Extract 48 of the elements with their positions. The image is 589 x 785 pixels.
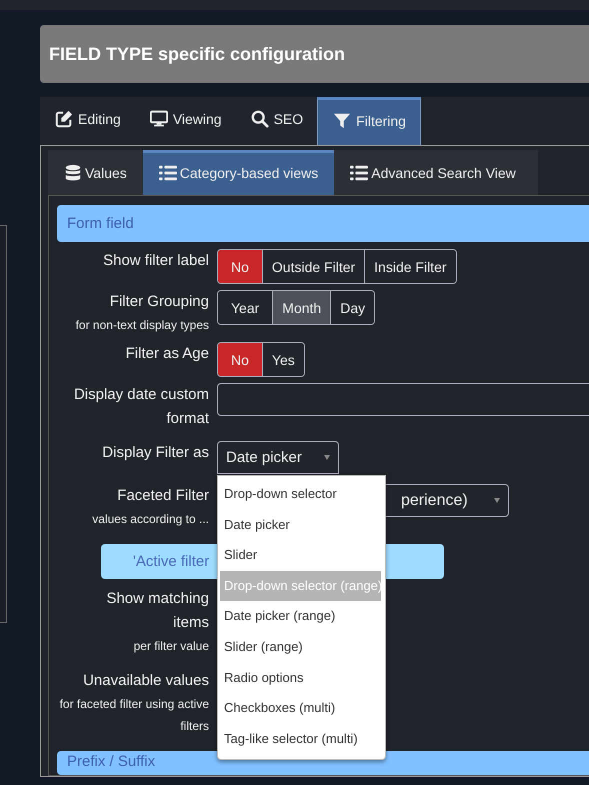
subtab[interactable]: Category-based views <box>142 150 334 195</box>
toggle-option[interactable]: Inside Filter <box>364 250 456 283</box>
section-title: Form field <box>67 215 134 232</box>
select-field[interactable]: Date picker <box>217 441 339 474</box>
info-text: 'Active filter <box>133 553 210 570</box>
menu-item[interactable]: Tag-like selector (multi) <box>220 724 381 754</box>
field-label: Show matching items <box>105 589 209 633</box>
tab[interactable]: SEO <box>236 97 318 145</box>
menu-item[interactable]: Date picker <box>220 510 381 540</box>
field-hint: for faceted filter using active filters <box>58 696 209 735</box>
menu-item[interactable]: Slider (range) <box>220 632 381 663</box>
menu-item[interactable]: Radio options <box>220 662 381 694</box>
funnel-icon <box>333 112 352 130</box>
menu-item[interactable]: Date picker (range) <box>220 601 381 632</box>
database-icon <box>64 164 82 182</box>
search-icon <box>250 110 269 128</box>
field-label: Display date custom format <box>72 385 209 429</box>
monitor-icon <box>150 110 168 128</box>
field-label: Show filter label <box>103 251 209 271</box>
tab[interactable]: Viewing <box>134 97 236 145</box>
toggle-option[interactable]: Day <box>330 291 374 324</box>
pencil-icon <box>55 110 73 128</box>
list-icon <box>158 164 177 182</box>
toggle-option[interactable]: No <box>218 250 262 283</box>
toggle-option[interactable]: No <box>218 343 262 376</box>
menu-item[interactable]: Drop-down selector <box>220 479 381 510</box>
caret-icon <box>324 455 330 460</box>
field-hint: per filter value <box>134 638 209 655</box>
subtab[interactable]: Advanced Search View <box>334 150 532 195</box>
caret-icon <box>494 498 500 503</box>
toggle-option[interactable]: Yes <box>262 343 304 376</box>
field-label: Filter as Age <box>126 344 209 364</box>
field-hint: for non-text display types <box>76 317 209 334</box>
toggle-option[interactable]: Month <box>272 291 330 324</box>
menu-item[interactable]: Slider <box>220 540 381 571</box>
header-title: FIELD TYPE specific configuration <box>49 44 346 64</box>
tab[interactable]: Filtering <box>317 97 421 145</box>
field-label: Filter Grouping <box>110 292 209 312</box>
section-title: Prefix / Suffix <box>67 753 156 770</box>
field-label: Faceted Filter <box>117 486 209 506</box>
subtab[interactable]: Values <box>48 150 143 195</box>
menu-item[interactable]: Checkboxes (multi) <box>220 693 381 724</box>
field-label: Display Filter as <box>102 443 209 463</box>
field-label: Unavailable values <box>83 671 209 691</box>
field-hint: values according to ... <box>92 511 209 528</box>
tab[interactable]: Editing <box>40 97 135 145</box>
input-field[interactable] <box>217 383 589 416</box>
list-icon <box>350 164 368 182</box>
